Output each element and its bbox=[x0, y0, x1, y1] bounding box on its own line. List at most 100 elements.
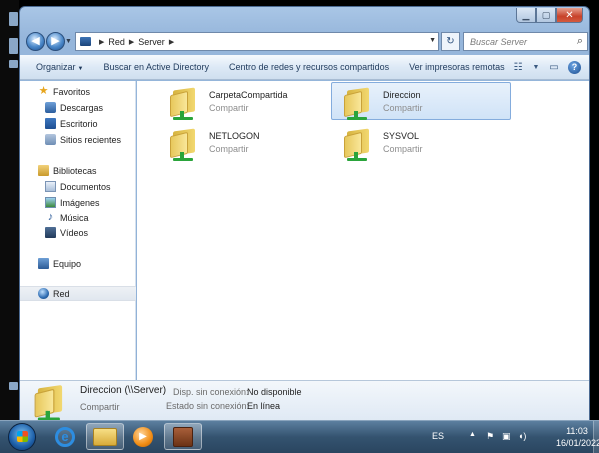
share-direccion[interactable]: Direccion Compartir bbox=[331, 82, 511, 120]
search-input[interactable] bbox=[470, 36, 570, 47]
documents-icon bbox=[45, 181, 56, 192]
sidebar-item-imagenes[interactable]: Imágenes bbox=[45, 195, 100, 210]
shared-folder-icon bbox=[170, 87, 198, 120]
sidebar-label: Red bbox=[53, 288, 70, 299]
network-icon bbox=[80, 37, 91, 46]
start-button[interactable] bbox=[8, 423, 36, 451]
taskbar-windows-explorer[interactable] bbox=[86, 423, 124, 450]
shared-folder-icon bbox=[344, 87, 372, 120]
details-subtitle: Compartir bbox=[80, 402, 120, 412]
taskbar-server-manager[interactable] bbox=[164, 423, 202, 450]
background-window-strip bbox=[9, 12, 18, 26]
taskbar-internet-explorer[interactable]: e bbox=[46, 423, 84, 450]
music-icon: ♪ bbox=[47, 211, 54, 223]
show-desktop-button[interactable] bbox=[593, 421, 599, 453]
preview-pane-icon[interactable]: ▭ bbox=[546, 59, 562, 75]
sidebar-item-documentos[interactable]: Documentos bbox=[45, 179, 111, 194]
maximize-button[interactable]: ▢ bbox=[536, 8, 556, 23]
address-bar[interactable]: ▶ Red ▶ Server ▶ ▼ bbox=[75, 32, 439, 51]
search-icon[interactable]: ⌕ bbox=[577, 35, 583, 48]
sidebar-item-videos[interactable]: Vídeos bbox=[45, 225, 88, 240]
downloads-folder-icon bbox=[45, 102, 56, 113]
desktop-icon bbox=[45, 118, 56, 129]
sidebar-item-favorites[interactable]: ★ Favoritos bbox=[38, 84, 90, 99]
shared-folder-icon bbox=[170, 128, 198, 161]
share-name: Direccion bbox=[383, 90, 421, 100]
help-icon[interactable]: ? bbox=[568, 60, 581, 74]
view-controls: ☷ ▼ ▭ ? bbox=[510, 59, 581, 75]
sidebar-label: Bibliotecas bbox=[53, 165, 97, 176]
clock-time: 11:03 bbox=[566, 426, 588, 436]
breadcrumb-red[interactable]: Red bbox=[108, 37, 125, 47]
sidebar-item-equipo[interactable]: Equipo bbox=[38, 256, 81, 271]
taskbar-media-player[interactable]: ▶ bbox=[124, 423, 162, 450]
change-view-icon[interactable]: ☷ bbox=[510, 59, 526, 75]
view-dropdown-icon[interactable]: ▼ bbox=[532, 59, 540, 75]
share-name: SYSVOL bbox=[383, 131, 420, 141]
minimize-button[interactable]: ▁ bbox=[516, 8, 536, 23]
network-center-button[interactable]: Centro de redes y recursos compartidos bbox=[219, 62, 399, 72]
offline-status-value: En línea bbox=[247, 401, 281, 411]
close-button[interactable]: ✕ bbox=[556, 8, 583, 23]
breadcrumb-server[interactable]: Server bbox=[138, 37, 165, 47]
organize-button[interactable]: Organizar ▼ bbox=[20, 62, 93, 72]
background-window-strip bbox=[9, 382, 18, 390]
share-type: Compartir bbox=[209, 103, 249, 113]
share-carpetacompartida[interactable]: CarpetaCompartida Compartir bbox=[157, 82, 337, 120]
sidebar-item-sitios-recientes[interactable]: Sitios recientes bbox=[45, 132, 121, 147]
breadcrumb-chevron-icon[interactable]: ▶ bbox=[99, 38, 104, 46]
details-title: Direccion (\\Server) bbox=[80, 385, 167, 396]
navigation-pane: ★ Favoritos Descargas Escritorio Sitios … bbox=[20, 81, 136, 380]
sidebar-item-bibliotecas[interactable]: Bibliotecas bbox=[38, 163, 97, 178]
shared-folder-icon bbox=[344, 128, 372, 161]
background-window-edge bbox=[0, 0, 19, 420]
pictures-icon bbox=[45, 197, 56, 208]
back-button[interactable]: ◀ bbox=[26, 32, 45, 51]
share-sysvol[interactable]: SYSVOL Compartir bbox=[331, 123, 511, 161]
sidebar-label: Música bbox=[60, 212, 89, 223]
background-window-strip bbox=[9, 38, 18, 54]
share-netlogon[interactable]: NETLOGON Compartir bbox=[157, 123, 337, 161]
address-row: ◀ ▶ ▼ ▶ Red ▶ Server ▶ ▼ ↻ ⌕ bbox=[23, 30, 588, 54]
explorer-window: ▁ ▢ ✕ ◀ ▶ ▼ ▶ Red ▶ Server ▶ ▼ ↻ ⌕ Organ… bbox=[19, 6, 590, 421]
computer-icon bbox=[38, 258, 49, 269]
share-type: Compartir bbox=[383, 144, 423, 154]
offline-status-label: Estado sin conexión: bbox=[166, 401, 250, 411]
sidebar-item-musica[interactable]: ♪ Música bbox=[45, 210, 89, 225]
breadcrumb-chevron-icon[interactable]: ▶ bbox=[169, 38, 174, 46]
recent-pages-dropdown-icon[interactable]: ▼ bbox=[65, 38, 72, 45]
action-center-flag-icon[interactable]: ⚑ bbox=[486, 431, 496, 441]
search-box[interactable]: ⌕ bbox=[463, 32, 588, 51]
forward-button[interactable]: ▶ bbox=[46, 32, 65, 51]
command-bar: Organizar ▼ Buscar en Active Directory Ce… bbox=[20, 55, 589, 80]
windows-explorer-icon bbox=[93, 427, 117, 446]
media-player-icon: ▶ bbox=[133, 426, 153, 447]
caption-buttons: ▁ ▢ ✕ bbox=[516, 8, 583, 23]
breadcrumb-chevron-icon[interactable]: ▶ bbox=[129, 38, 134, 46]
clock[interactable]: 11:03 16/01/2022 bbox=[556, 425, 599, 449]
videos-icon bbox=[45, 227, 56, 238]
network-tray-icon[interactable]: ▣ bbox=[502, 431, 512, 441]
sidebar-label: Documentos bbox=[60, 181, 111, 192]
remote-printers-button[interactable]: Ver impresoras remotas bbox=[399, 62, 515, 72]
share-type: Compartir bbox=[383, 103, 423, 113]
taskbar: e ▶ ES ▲ ⚑ ▣ ◖) 11:03 16/01/2022 bbox=[0, 420, 599, 453]
shared-folder-icon bbox=[34, 384, 66, 421]
address-dropdown-icon[interactable]: ▼ bbox=[429, 37, 436, 44]
volume-icon[interactable]: ◖) bbox=[518, 431, 528, 441]
sidebar-label: Favoritos bbox=[53, 86, 91, 97]
network-icon bbox=[38, 288, 49, 299]
sidebar-item-escritorio[interactable]: Escritorio bbox=[45, 116, 98, 131]
sidebar-label: Sitios recientes bbox=[60, 134, 122, 145]
sidebar-label: Descargas bbox=[60, 102, 104, 113]
search-active-directory-button[interactable]: Buscar en Active Directory bbox=[93, 62, 219, 72]
show-hidden-icons-icon[interactable]: ▲ bbox=[469, 431, 476, 438]
sidebar-item-descargas[interactable]: Descargas bbox=[45, 100, 103, 115]
clock-date: 16/01/2022 bbox=[556, 438, 599, 448]
refresh-button[interactable]: ↻ bbox=[441, 32, 460, 51]
offline-availability-label: Disp. sin conexión: bbox=[173, 387, 249, 397]
server-manager-icon bbox=[173, 426, 193, 447]
sidebar-item-red[interactable]: Red bbox=[20, 286, 136, 301]
libraries-icon bbox=[38, 165, 49, 176]
language-indicator[interactable]: ES bbox=[432, 431, 444, 441]
